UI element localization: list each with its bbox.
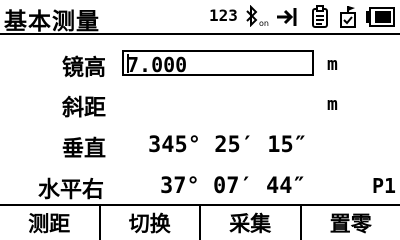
softkey-collect[interactable]: 采集 [201, 206, 302, 240]
text-cursor [127, 54, 129, 73]
enter-arrow-icon [275, 5, 299, 29]
horizontal-right-label: 水平右 [38, 178, 105, 203]
mode-number: 123 [209, 6, 238, 25]
horizontal-angle-value: 37° 07′ 44″ [160, 174, 306, 199]
slope-distance-unit: m [327, 94, 338, 115]
softkey-set-zero[interactable]: 置零 [301, 206, 400, 240]
measurement-screen: 基本测量 123 on 镜高 7.000 m 斜距 m 垂直 345° 25′ … [0, 0, 400, 240]
flag-icon [339, 5, 357, 29]
softkey-bar: 测距 切换 采集 置零 [0, 204, 400, 240]
softkey-switch[interactable]: 切换 [100, 206, 201, 240]
height-unit: m [327, 54, 338, 75]
height-label: 镜高 [62, 56, 107, 81]
slope-distance-label: 斜距 [62, 96, 107, 121]
page-indicator: P1 [372, 174, 397, 198]
bluetooth-icon: on [244, 4, 270, 29]
height-value[interactable]: 7.000 [127, 53, 187, 77]
height-input[interactable]: 7.000 [122, 50, 314, 77]
title-bar: 基本测量 123 on [0, 0, 400, 35]
clipboard-icon [311, 5, 329, 29]
battery-icon [365, 5, 395, 29]
title-divider [0, 33, 400, 35]
bluetooth-state: on [259, 19, 269, 28]
vertical-angle-label: 垂直 [62, 137, 107, 162]
page-title: 基本测量 [4, 9, 100, 35]
softkey-measure-distance[interactable]: 测距 [0, 206, 101, 240]
vertical-angle-value: 345° 25′ 15″ [148, 133, 307, 158]
